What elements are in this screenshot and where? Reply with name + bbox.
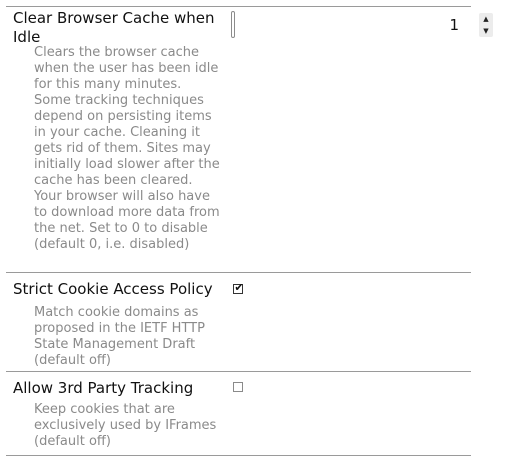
setting-title: Clear Browser Cache when Idle [13, 9, 215, 46]
setting-title: Strict Cookie Access Policy [13, 280, 213, 298]
setting-clear-browser-cache: Clear Browser Cache when Idle Clears the… [6, 6, 493, 272]
setting-title: Allow 3rd Party Tracking [13, 379, 194, 397]
strict-cookie-checkbox[interactable]: ✔ [233, 281, 244, 294]
setting-strict-cookie-policy: Strict Cookie Access Policy Match cookie… [6, 272, 471, 371]
settings-list: Clear Browser Cache when Idle Clears the… [6, 6, 493, 456]
spinner-buttons: ▲ ▼ [479, 13, 493, 37]
idle-minutes-spinner: ▲ ▼ [231, 11, 501, 38]
spin-down-arrow-icon[interactable]: ▼ [479, 25, 493, 37]
setting-description: Keep cookies that are exclusively used b… [34, 402, 217, 449]
setting-description: Clears the browser cache when the user h… [34, 45, 220, 252]
idle-minutes-input[interactable] [231, 11, 467, 38]
setting-description: Match cookie domains as proposed in the … [34, 305, 205, 368]
checkmark-icon: ✔ [234, 281, 244, 294]
spin-up-arrow-icon[interactable]: ▲ [479, 13, 493, 25]
setting-allow-3rd-party-tracking: Allow 3rd Party Tracking Keep cookies th… [6, 371, 471, 456]
third-party-tracking-checkbox[interactable] [233, 382, 243, 392]
